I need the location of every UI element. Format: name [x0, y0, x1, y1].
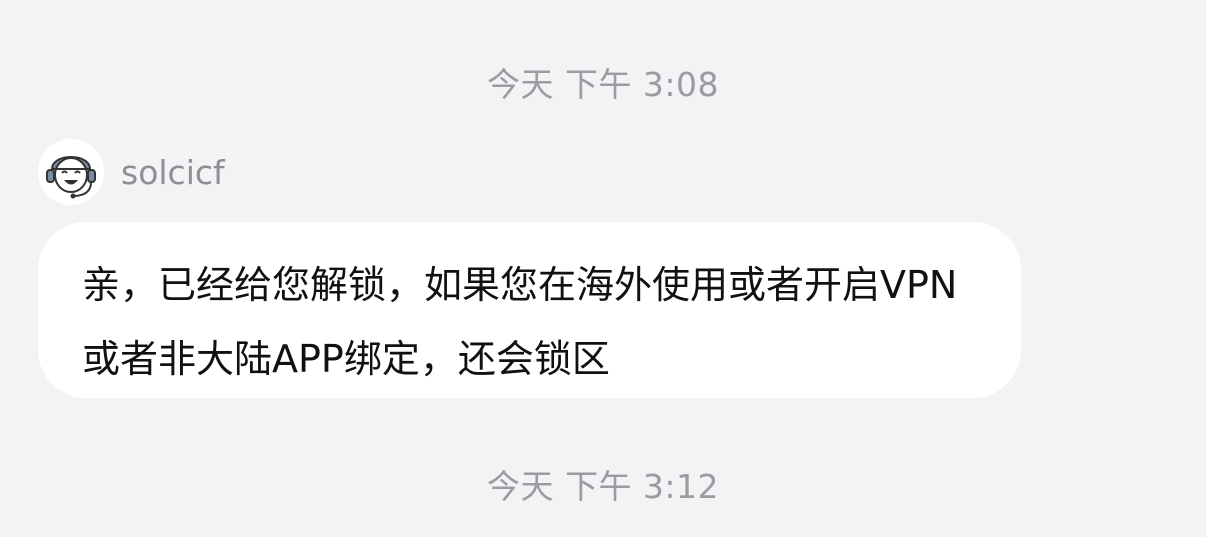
message-timestamp: 今天 下午 3:08 [486, 65, 720, 104]
message-text: 亲，已经给您解锁，如果您在海外使用或者开启VPN或者非大陆APP绑定，还会锁区 [82, 263, 958, 381]
message-bubble[interactable]: 亲，已经给您解锁，如果您在海外使用或者开启VPN或者非大陆APP绑定，还会锁区 [38, 222, 1021, 398]
message-timestamp: 今天 下午 3:12 [486, 467, 720, 506]
sender-name: solcicf [121, 152, 225, 192]
customer-service-agent-icon [38, 139, 104, 205]
avatar[interactable] [38, 139, 104, 205]
sender-header: solcicf [38, 138, 225, 206]
